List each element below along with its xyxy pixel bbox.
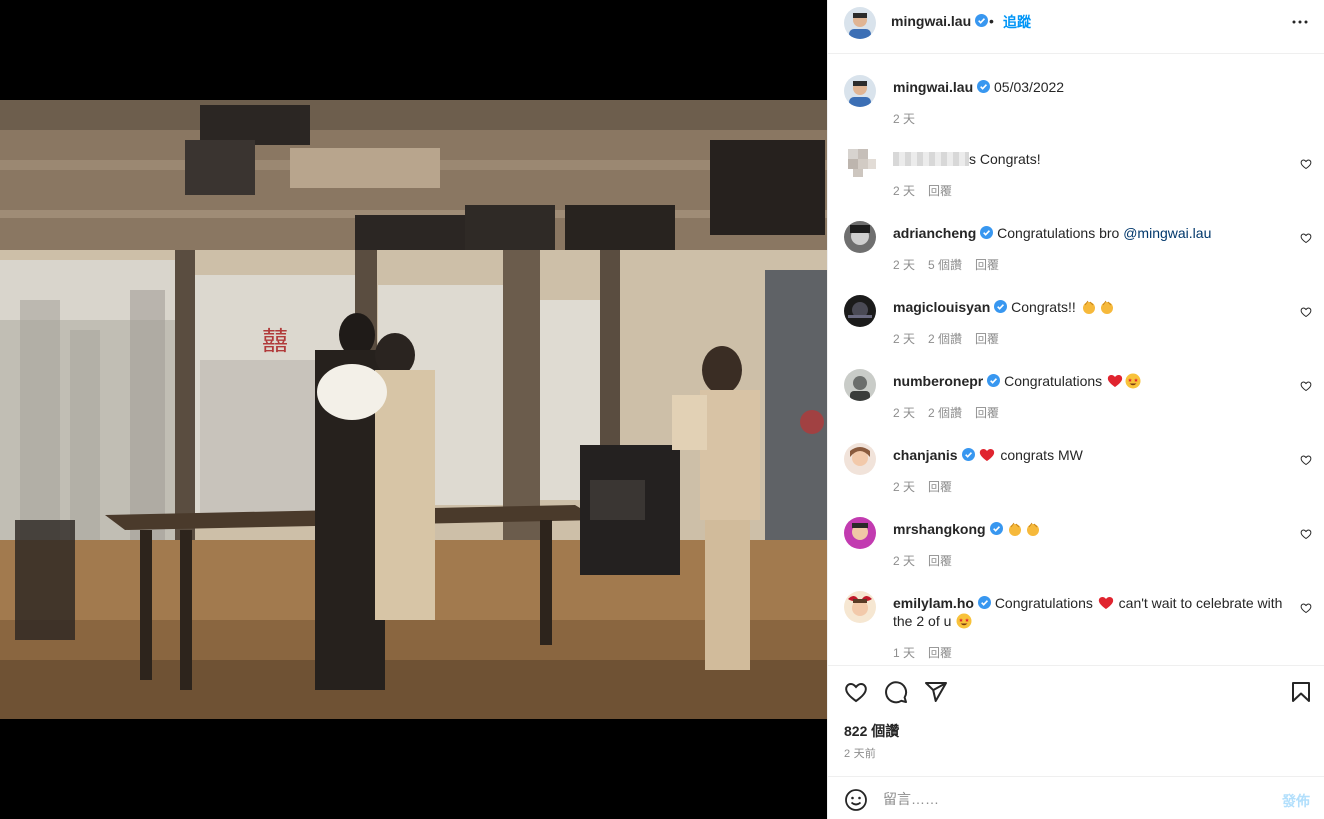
verified-icon (977, 596, 991, 609)
verified-icon (977, 80, 991, 93)
comment-icon[interactable] (884, 680, 908, 704)
comment-time[interactable]: 2 天 (893, 332, 915, 346)
likes-count[interactable]: 822 個讚 (844, 721, 899, 741)
post-actions: 822 個讚 2 天前 (828, 665, 1324, 775)
more-icon[interactable] (1288, 10, 1312, 34)
comment-username[interactable]: chanjanis (893, 447, 958, 463)
comment-username[interactable]: numberonepr (893, 373, 983, 389)
avatar[interactable] (844, 591, 876, 623)
verified-icon (989, 522, 1003, 535)
post-details-panel: mingwai.lau • 追蹤 mingwai.lau 05/03/2022 … (827, 0, 1324, 819)
comment-time[interactable]: 2 天 (893, 184, 915, 198)
posted-time[interactable]: 2 天前 (844, 745, 876, 761)
reply-button[interactable]: 回覆 (928, 480, 952, 494)
reply-button[interactable]: 回覆 (975, 332, 999, 346)
star-eyes-emoji-icon (956, 613, 972, 629)
comment-username[interactable]: emilylam.ho (893, 595, 974, 611)
comment-time[interactable]: 2 天 (893, 258, 915, 272)
add-comment-bar: 發佈 (828, 776, 1324, 819)
avatar[interactable] (844, 7, 876, 39)
comment-text: Congratulations bro (997, 225, 1124, 241)
separator-dot: • (989, 13, 994, 29)
caption-time[interactable]: 2 天 (893, 112, 915, 126)
clap-emoji-icon (1100, 300, 1113, 314)
avatar[interactable] (844, 221, 876, 253)
comment-time[interactable]: 1 天 (893, 646, 915, 660)
heart-icon[interactable] (844, 680, 868, 704)
comment-like-heart-icon[interactable] (1300, 454, 1312, 466)
comment-username[interactable]: mrshangkong (893, 521, 986, 537)
comment-time[interactable]: 2 天 (893, 554, 915, 568)
clap-emoji-icon (1009, 522, 1022, 536)
heart-emoji-icon (1107, 375, 1123, 387)
mention-link[interactable]: @mingwai.lau (1123, 225, 1211, 241)
verified-icon (975, 14, 989, 27)
comment-time[interactable]: 2 天 (893, 480, 915, 494)
star-eyes-emoji-icon (1125, 373, 1141, 389)
avatar[interactable] (844, 75, 876, 107)
comment-text: Congratulations (994, 595, 1097, 611)
wedding-scene-image: 囍 (0, 100, 827, 719)
post-comment-button[interactable]: 發佈 (1282, 791, 1310, 811)
comment-like-heart-icon[interactable] (1300, 380, 1312, 392)
reply-button[interactable]: 回覆 (928, 184, 952, 198)
post-photo[interactable]: 囍 (0, 100, 827, 719)
comments-list[interactable]: mingwai.lau 05/03/2022 2 天 s Congrats! 2… (828, 55, 1324, 665)
heart-emoji-icon (980, 449, 995, 461)
comment-like-heart-icon[interactable] (1300, 602, 1312, 614)
clap-emoji-icon (1027, 522, 1040, 536)
comment-input[interactable] (883, 785, 1263, 813)
comment-time[interactable]: 2 天 (893, 406, 915, 420)
comment-username[interactable]: adriancheng (893, 225, 976, 241)
avatar[interactable] (846, 147, 878, 179)
avatar[interactable] (844, 443, 876, 475)
emoji-icon[interactable] (844, 788, 868, 812)
comment-likes[interactable]: 5 個讚 (928, 258, 962, 272)
author-username[interactable]: mingwai.lau (891, 13, 989, 29)
follow-button[interactable]: 追蹤 (1003, 12, 1031, 32)
clap-emoji-icon (1082, 300, 1095, 314)
comment-like-heart-icon[interactable] (1300, 232, 1312, 244)
caption-text: 05/03/2022 (994, 79, 1065, 95)
comment-text: congrats MW (1000, 447, 1083, 463)
post-header: mingwai.lau • 追蹤 (828, 0, 1324, 54)
comment-text: s Congrats! (969, 151, 1041, 167)
heart-emoji-icon (1098, 597, 1113, 609)
reply-button[interactable]: 回覆 (928, 646, 952, 660)
verified-icon (994, 300, 1008, 313)
comment-username[interactable]: magiclouisyan (893, 299, 990, 315)
share-icon[interactable] (924, 680, 948, 704)
comment-text: Congrats!! (1011, 299, 1080, 315)
reply-button[interactable]: 回覆 (975, 258, 999, 272)
caption-username[interactable]: mingwai.lau (893, 79, 973, 95)
comment-text: Congratulations (1004, 373, 1107, 389)
reply-button[interactable]: 回覆 (975, 406, 999, 420)
avatar[interactable] (844, 369, 876, 401)
post-media-pane: 囍 (0, 0, 827, 819)
svg-text:囍: 囍 (262, 327, 288, 357)
avatar[interactable] (844, 517, 876, 549)
comment-like-heart-icon[interactable] (1300, 528, 1312, 540)
avatar[interactable] (844, 295, 876, 327)
comment-like-heart-icon[interactable] (1300, 158, 1312, 170)
comment-likes[interactable]: 2 個讚 (928, 332, 962, 346)
verified-icon (987, 374, 1001, 387)
verified-icon (980, 226, 994, 239)
verified-icon (961, 448, 975, 461)
bookmark-icon[interactable] (1289, 680, 1313, 704)
blurred-username[interactable] (893, 152, 969, 166)
comment-likes[interactable]: 2 個讚 (928, 406, 962, 420)
reply-button[interactable]: 回覆 (928, 554, 952, 568)
comment-like-heart-icon[interactable] (1300, 306, 1312, 318)
